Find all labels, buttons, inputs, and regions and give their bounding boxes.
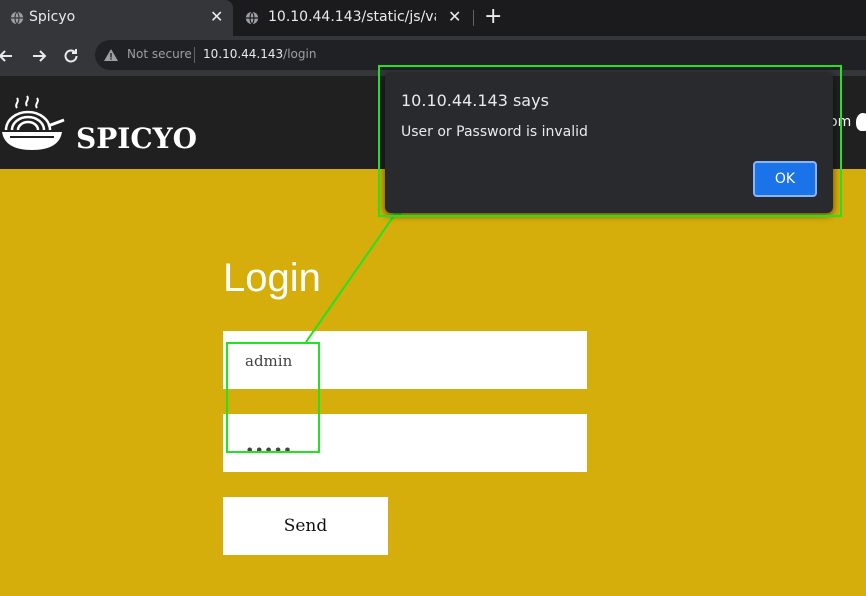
- tab-title: Spicyo: [29, 9, 76, 25]
- noodle-bowl-logo-icon[interactable]: [0, 86, 70, 156]
- back-arrow-icon[interactable]: [0, 46, 16, 66]
- tab-close-icon[interactable]: ✕: [448, 8, 461, 26]
- dialog-highlight-box: [378, 65, 842, 217]
- globe-icon: [10, 11, 24, 25]
- tab-close-icon[interactable]: ✕: [210, 8, 223, 26]
- forward-arrow-icon[interactable]: [29, 46, 49, 66]
- tab-title: 10.10.44.143/static/js/valid: [268, 9, 436, 25]
- url-path: /login: [283, 47, 317, 61]
- tab-separator: [473, 10, 474, 26]
- warning-icon[interactable]: [103, 47, 119, 63]
- nav-icon-partial[interactable]: [856, 113, 866, 131]
- url-host: 10.10.44.143: [203, 47, 284, 61]
- globe-icon: [245, 11, 259, 25]
- tab-validation-js[interactable]: 10.10.44.143/static/js/valid ✕: [233, 0, 469, 36]
- url-text[interactable]: 10.10.44.143/login: [203, 47, 316, 61]
- send-button[interactable]: Send: [223, 497, 388, 555]
- url-divider: [194, 47, 195, 63]
- tab-spicyo[interactable]: Spicyo ✕: [0, 0, 233, 36]
- new-tab-button[interactable]: +: [484, 6, 502, 28]
- security-label[interactable]: Not secure: [127, 47, 192, 61]
- browser-tab-strip: Spicyo ✕ 10.10.44.143/static/js/valid ✕ …: [0, 0, 866, 36]
- reload-icon[interactable]: [61, 46, 81, 66]
- login-title: Login: [223, 256, 321, 300]
- credentials-highlight-box: [226, 342, 320, 453]
- site-brand[interactable]: SPICYO: [76, 122, 197, 155]
